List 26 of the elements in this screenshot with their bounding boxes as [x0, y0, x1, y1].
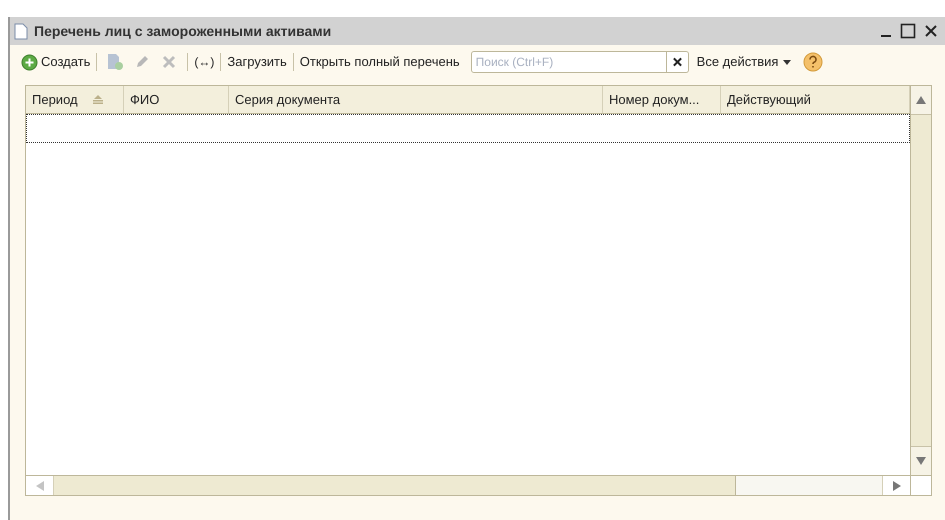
- scroll-right-icon[interactable]: [892, 480, 900, 490]
- plus-icon: [21, 54, 38, 70]
- scrollbar-thumb[interactable]: [911, 114, 931, 447]
- vertical-scrollbar[interactable]: [910, 86, 931, 475]
- horizontal-scrollbar-thumb[interactable]: [54, 476, 736, 495]
- scroll-down-icon[interactable]: [916, 457, 926, 465]
- close-icon[interactable]: [924, 24, 938, 38]
- column-header[interactable]: Номер докум...: [603, 86, 721, 113]
- column-header[interactable]: Серия документа: [229, 86, 603, 113]
- column-header[interactable]: ФИО: [124, 86, 229, 113]
- document-icon: [14, 22, 28, 40]
- help-icon[interactable]: [803, 52, 824, 72]
- clear-icon[interactable]: [666, 51, 689, 73]
- create-button[interactable]: Создать: [20, 51, 92, 73]
- column-header[interactable]: Период: [26, 86, 124, 113]
- current-row-outline[interactable]: [26, 114, 910, 143]
- sort-icon: [92, 95, 104, 104]
- window-title: Перечень лиц с замороженными активами: [34, 22, 332, 41]
- toggle-button[interactable]: (↔): [193, 51, 216, 73]
- all-actions-menu[interactable]: Все действия: [696, 51, 792, 73]
- open-full-list-button[interactable]: Открыть полный перечень: [298, 51, 461, 73]
- maximize-icon[interactable]: [900, 23, 916, 39]
- scroll-up-icon[interactable]: [916, 96, 926, 104]
- caret-icon: [783, 60, 792, 64]
- search-field[interactable]: Поиск (Ctrl+F): [470, 51, 667, 73]
- load-button[interactable]: Загрузить: [226, 51, 288, 73]
